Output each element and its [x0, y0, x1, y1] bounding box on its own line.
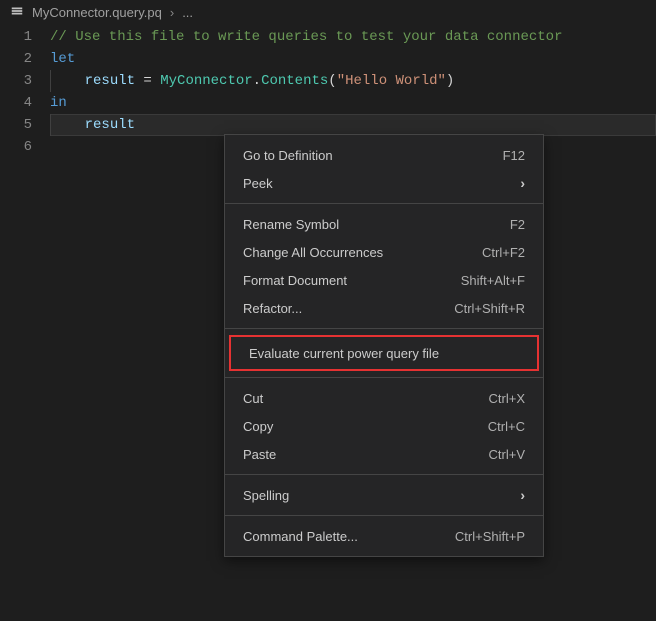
line-number: 3 [0, 70, 32, 92]
code-line[interactable]: result = MyConnector.Contents("Hello Wor… [50, 70, 656, 92]
breadcrumb-trail[interactable]: ... [182, 5, 193, 20]
menu-item-shortcut: Shift+Alt+F [461, 273, 525, 288]
indent-guide [50, 70, 85, 92]
line-number: 4 [0, 92, 32, 114]
menu-item-label: Spelling [243, 488, 289, 503]
code-line[interactable]: result [50, 114, 656, 136]
token: ( [328, 73, 336, 89]
breadcrumb[interactable]: MyConnector.query.pq › ... [0, 0, 656, 24]
breadcrumb-filename[interactable]: MyConnector.query.pq [32, 5, 162, 20]
menu-item-label: Copy [243, 419, 273, 434]
token: result [85, 73, 135, 89]
menu-item-shortcut: Ctrl+V [489, 447, 525, 462]
menu-separator [225, 377, 543, 378]
menu-item-label: Refactor... [243, 301, 302, 316]
menu-item-shortcut: Ctrl+Shift+P [455, 529, 525, 544]
file-icon [10, 4, 24, 21]
menu-item-shortcut: Ctrl+X [489, 391, 525, 406]
token: MyConnector [160, 73, 252, 89]
token: Contents [261, 73, 328, 89]
indent-guide [50, 114, 85, 136]
token: ) [446, 73, 454, 89]
menu-item-label: Paste [243, 447, 276, 462]
token: result [85, 117, 135, 133]
menu-item[interactable]: Spelling › [225, 481, 543, 509]
code-line[interactable]: in [50, 92, 656, 114]
line-number: 1 [0, 26, 32, 48]
menu-item-label: Command Palette... [243, 529, 358, 544]
line-number: 5 [0, 114, 32, 136]
menu-item-shortcut: Ctrl+Shift+R [454, 301, 525, 316]
line-gutter: 123456 [0, 26, 50, 158]
menu-separator [225, 515, 543, 516]
token: "Hello World" [337, 73, 446, 89]
menu-separator [225, 474, 543, 475]
menu-item[interactable]: Format Document Shift+Alt+F [225, 266, 543, 294]
code-line[interactable]: let [50, 48, 656, 70]
menu-item-shortcut: F2 [510, 217, 525, 232]
token: = [135, 73, 160, 89]
token: // Use this file to write queries to tes… [50, 29, 562, 45]
menu-item-label: Cut [243, 391, 263, 406]
menu-item[interactable]: Change All Occurrences Ctrl+F2 [225, 238, 543, 266]
token: . [253, 73, 261, 89]
menu-item[interactable]: Peek › [225, 169, 543, 197]
code-line[interactable]: // Use this file to write queries to tes… [50, 26, 656, 48]
menu-separator [225, 328, 543, 329]
menu-item[interactable]: Go to Definition F12 [225, 141, 543, 169]
chevron-right-icon: › [520, 487, 525, 503]
token: in [50, 95, 67, 111]
line-number: 6 [0, 136, 32, 158]
menu-item-label: Format Document [243, 273, 347, 288]
menu-item-label: Go to Definition [243, 148, 333, 163]
menu-item-label: Rename Symbol [243, 217, 339, 232]
line-number: 2 [0, 48, 32, 70]
menu-item-label: Peek [243, 176, 273, 191]
token: let [50, 51, 75, 67]
menu-item[interactable]: Paste Ctrl+V [225, 440, 543, 468]
menu-item[interactable]: Copy Ctrl+C [225, 412, 543, 440]
menu-item-shortcut: Ctrl+F2 [482, 245, 525, 260]
menu-item-shortcut: F12 [503, 148, 525, 163]
highlight-annotation: Evaluate current power query file [229, 335, 539, 371]
menu-item[interactable]: Refactor... Ctrl+Shift+R [225, 294, 543, 322]
menu-item-label: Change All Occurrences [243, 245, 383, 260]
menu-separator [225, 203, 543, 204]
chevron-right-icon: › [170, 5, 174, 20]
menu-item[interactable]: Cut Ctrl+X [225, 384, 543, 412]
menu-item-label: Evaluate current power query file [249, 346, 439, 361]
chevron-right-icon: › [520, 175, 525, 191]
menu-item[interactable]: Command Palette... Ctrl+Shift+P [225, 522, 543, 550]
menu-item-shortcut: Ctrl+C [488, 419, 525, 434]
menu-item[interactable]: Rename Symbol F2 [225, 210, 543, 238]
context-menu[interactable]: Go to Definition F12 Peek › Rename Symbol F2 C… [224, 134, 544, 557]
menu-item[interactable]: Evaluate current power query file [231, 339, 537, 367]
